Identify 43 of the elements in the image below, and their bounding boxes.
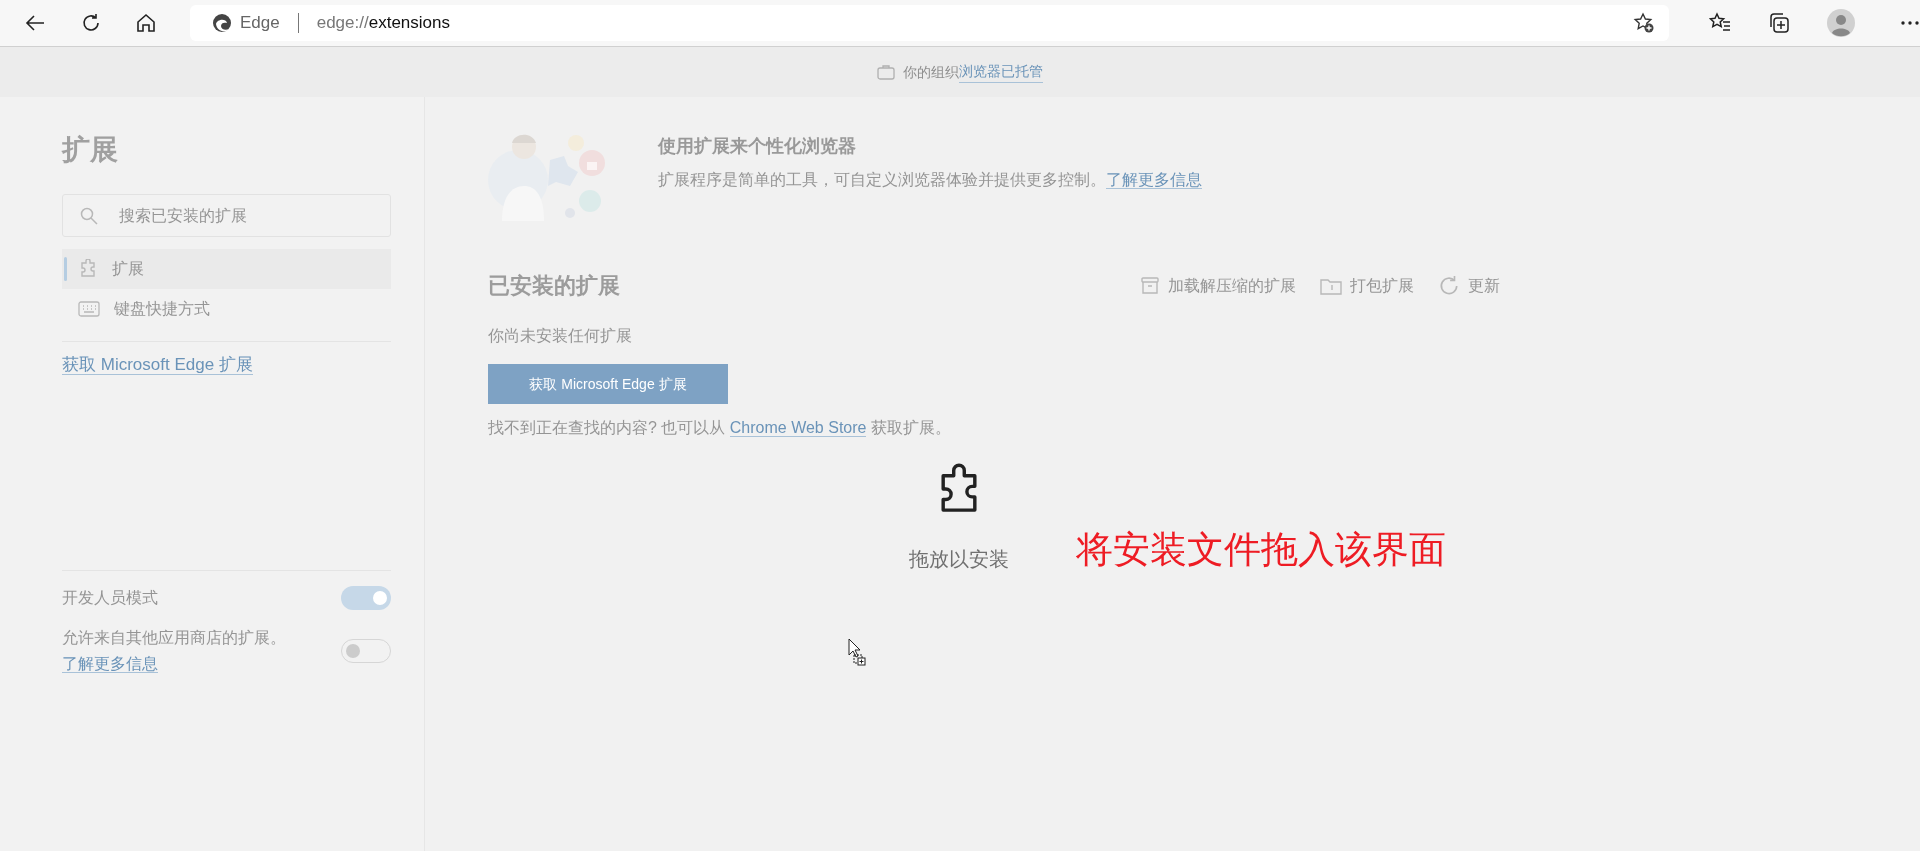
reload-icon[interactable] — [81, 13, 101, 33]
archive-box-icon — [1140, 275, 1160, 296]
sidebar-nav-item[interactable]: 扩展 — [62, 249, 391, 289]
promo-description: 扩展程序是简单的工具，可自定义浏览器体验并提供更多控制。了解更多信息 — [658, 170, 1202, 191]
address-bar[interactable]: Edge edge://extensions — [190, 5, 1669, 41]
get-extensions-button[interactable]: 获取 Microsoft Edge 扩展 — [488, 364, 728, 404]
collections-icon[interactable] — [1768, 12, 1790, 34]
empty-message: 你尚未安装任何扩展 — [488, 326, 633, 346]
edge-logo-icon — [212, 13, 232, 33]
favorites-icon[interactable] — [1709, 12, 1731, 34]
more-icon[interactable] — [1900, 20, 1920, 26]
installed-heading: 已安装的扩展 — [488, 272, 620, 300]
drop-label: 拖放以安装 — [909, 547, 1009, 572]
refresh-icon — [1438, 274, 1460, 297]
keyboard-icon — [78, 301, 100, 317]
store-link[interactable]: Chrome Web Store — [729, 419, 867, 437]
site-label: Edge — [240, 12, 280, 35]
toolbar-action[interactable]: 更新 — [1438, 273, 1500, 298]
learn-more-link[interactable]: 了解更多信息 — [1106, 171, 1202, 189]
url-text: edge://extensions — [316, 12, 450, 35]
profile-avatar-icon[interactable] — [1827, 9, 1855, 37]
cursor-icon — [848, 638, 868, 666]
toolbar-action[interactable]: 打包扩展 — [1320, 273, 1414, 298]
home-icon[interactable] — [136, 13, 156, 33]
sidebar-title: 扩展 — [62, 133, 119, 167]
setting-label: 允许来自其他应用商店的扩展。 了解更多信息 — [62, 628, 287, 675]
search-field[interactable]: 搜索已安装的扩展 — [62, 194, 391, 237]
toolbar-action[interactable]: 加载解压缩的扩展 — [1140, 273, 1296, 298]
managed-text: 你的组织 — [903, 62, 959, 82]
folder-icon — [1320, 276, 1342, 295]
briefcase-icon — [877, 64, 895, 80]
annotation-text: 将安装文件拖入该界面 — [1076, 528, 1446, 572]
store-link[interactable]: 获取 Microsoft Edge 扩展 — [62, 355, 253, 375]
promo-title: 使用扩展来个性化浏览器 — [658, 135, 857, 158]
puzzle-icon — [78, 259, 98, 279]
learn-more-link[interactable]: 了解更多信息 — [62, 655, 158, 673]
add-favorite-icon[interactable] — [1633, 12, 1655, 34]
sidebar-nav-item[interactable]: 键盘快捷方式 — [62, 289, 391, 329]
search-icon — [80, 207, 98, 225]
toggle-switch[interactable] — [341, 586, 391, 610]
managed-link[interactable]: 浏览器已托管 — [959, 61, 1043, 83]
setting-label: 开发人员模式 — [62, 588, 159, 608]
store-hint: 找不到正在查找的内容? 也可以从 Chrome Web Store 获取扩展。 — [488, 418, 952, 439]
